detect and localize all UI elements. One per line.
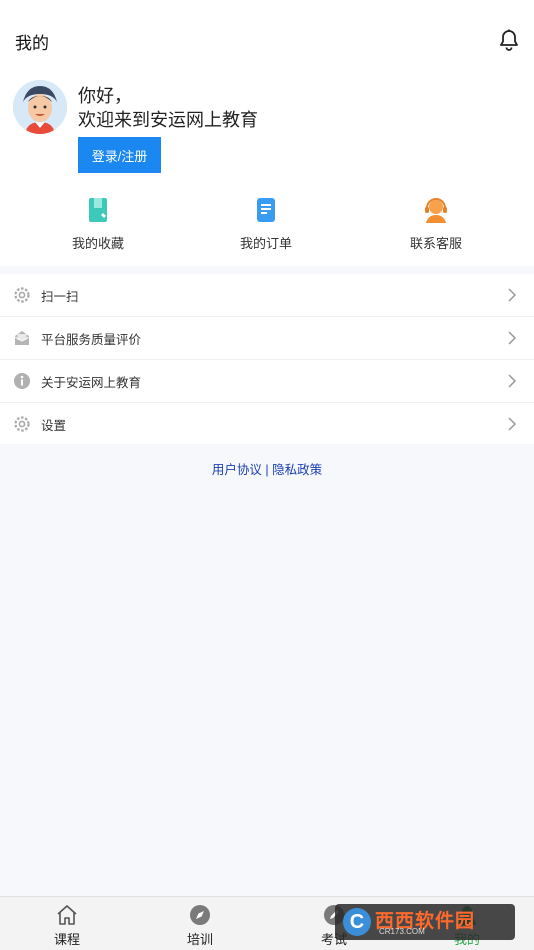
chevron-right-icon bbox=[508, 288, 517, 302]
quick-link-label: 联系客服 bbox=[409, 236, 462, 251]
menu-item-label: 平台服务质量评价 bbox=[41, 332, 142, 347]
link-separator: | bbox=[261, 463, 273, 477]
tab-label: 课程 bbox=[53, 932, 80, 947]
gear-icon bbox=[14, 287, 30, 303]
menu-item-label: 扫一扫 bbox=[41, 289, 79, 304]
menu-list: 扫一扫 平台服务质量评价 关于安运网上教育 设置 bbox=[0, 274, 534, 444]
menu-item-settings[interactable]: 设置 bbox=[0, 403, 534, 446]
tab-training[interactable]: 培训 bbox=[155, 897, 245, 950]
bookmark-icon bbox=[89, 198, 107, 222]
quick-link-favorites[interactable]: 我的收藏 bbox=[38, 196, 158, 256]
bell-icon[interactable] bbox=[497, 28, 521, 52]
page-title: 我的 bbox=[15, 34, 49, 53]
mail-icon bbox=[14, 331, 30, 345]
watermark-badge: C 西西软件园 CR173.COM bbox=[335, 904, 515, 940]
customer-service-icon bbox=[425, 198, 447, 223]
chevron-right-icon bbox=[508, 374, 517, 388]
quick-link-orders[interactable]: 我的订单 bbox=[206, 196, 326, 256]
chevron-right-icon bbox=[508, 331, 517, 345]
watermark-url: CR173.COM bbox=[379, 927, 425, 936]
legal-links: 用户协议 | 隐私政策 bbox=[0, 459, 534, 478]
menu-item-scan[interactable]: 扫一扫 bbox=[0, 274, 534, 317]
watermark-logo-icon: C bbox=[343, 908, 371, 936]
login-register-button[interactable]: 登录/注册 bbox=[78, 137, 161, 173]
profile-section: 你好， 欢迎来到安运网上教育 登录/注册 我的收藏 我的订单 联系客服 bbox=[0, 70, 534, 266]
home-icon bbox=[57, 905, 77, 925]
tab-label: 培训 bbox=[186, 932, 213, 947]
greeting-line-1: 你好， bbox=[78, 86, 132, 106]
chevron-right-icon bbox=[508, 417, 517, 431]
menu-item-about[interactable]: 关于安运网上教育 bbox=[0, 360, 534, 403]
user-agreement-link[interactable]: 用户协议 bbox=[212, 463, 262, 477]
quick-link-label: 我的订单 bbox=[239, 236, 292, 251]
quick-link-customer-service[interactable]: 联系客服 bbox=[376, 196, 496, 256]
privacy-policy-link[interactable]: 隐私政策 bbox=[272, 463, 322, 477]
info-icon bbox=[14, 373, 30, 389]
quick-link-label: 我的收藏 bbox=[71, 236, 124, 251]
menu-item-label: 关于安运网上教育 bbox=[41, 375, 142, 390]
menu-item-service-rating[interactable]: 平台服务质量评价 bbox=[0, 317, 534, 360]
gear-icon bbox=[14, 416, 30, 432]
greeting-line-2: 欢迎来到安运网上教育 bbox=[78, 110, 258, 130]
header: 我的 bbox=[0, 0, 534, 80]
menu-item-label: 设置 bbox=[41, 419, 67, 433]
tab-courses[interactable]: 课程 bbox=[22, 897, 112, 950]
compass-icon bbox=[190, 905, 210, 925]
avatar[interactable] bbox=[13, 80, 67, 134]
document-icon bbox=[257, 198, 275, 222]
